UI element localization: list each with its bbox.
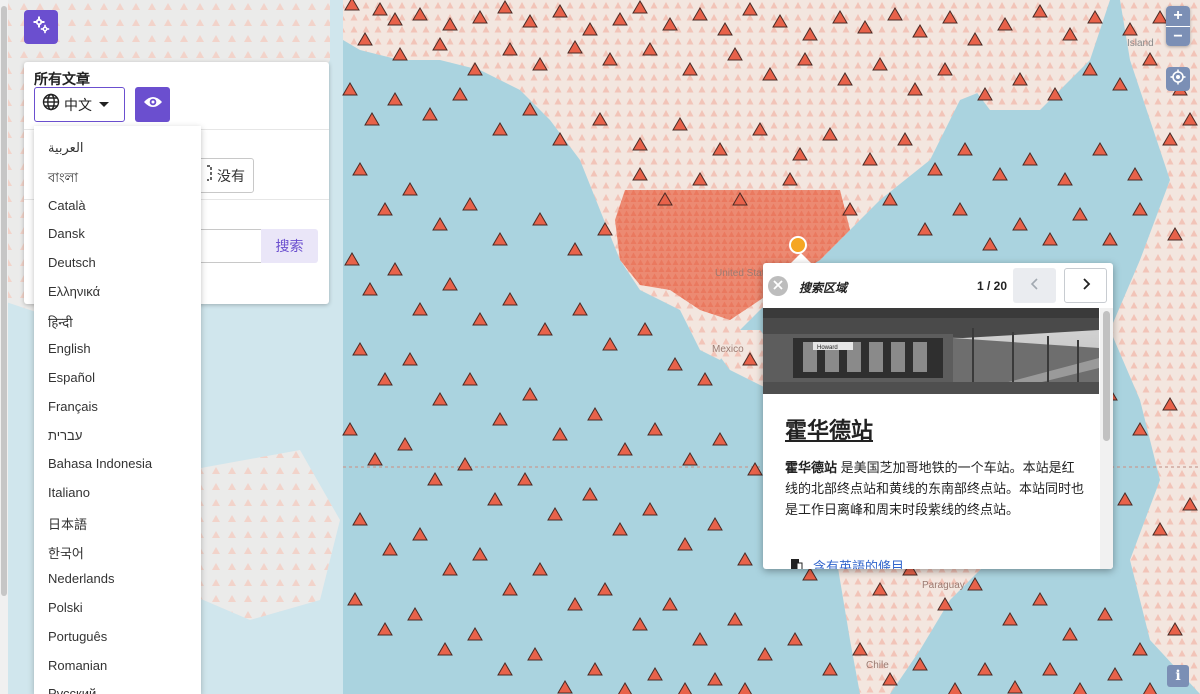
search-button[interactable]: 搜索: [261, 229, 318, 263]
zoom-out-button[interactable]: −: [1166, 26, 1190, 46]
language-option[interactable]: Nederlands: [48, 571, 115, 586]
article-title[interactable]: 霍华德站: [785, 413, 873, 445]
language-option[interactable]: Русский: [48, 686, 96, 694]
language-option[interactable]: Ελληνικά: [48, 284, 100, 299]
language-select[interactable]: 中文: [34, 87, 125, 122]
previous-button[interactable]: [1013, 268, 1056, 303]
language-option[interactable]: Deutsch: [48, 255, 96, 270]
map-label-paraguay: Paraguay: [922, 580, 965, 591]
search-input[interactable]: [194, 229, 261, 263]
language-dropdown-list[interactable]: العربية বাংলা Català Dansk Deutsch Ελληνικά हि…: [34, 126, 201, 694]
map-label-mexico: Mexico: [712, 344, 744, 355]
popup-scrollbar[interactable]: [1100, 308, 1113, 569]
language-option[interactable]: हिन्दी: [48, 313, 73, 331]
language-option[interactable]: Bahasa Indonesia: [48, 456, 152, 471]
crosshair-icon: [1170, 69, 1186, 90]
selected-marker: [789, 236, 807, 254]
english-article-icon: [789, 558, 803, 569]
search-area-label: 搜索区域: [799, 281, 848, 295]
language-option[interactable]: עברית: [48, 428, 82, 443]
locate-button[interactable]: [1166, 67, 1190, 91]
result-counter: 1 / 20: [977, 279, 1008, 293]
visibility-toggle-button[interactable]: [135, 87, 170, 122]
gears-icon: [31, 15, 51, 40]
none-button[interactable]: 没有: [194, 158, 254, 193]
language-option[interactable]: Italiano: [48, 485, 90, 500]
map-label-island: Island: [1127, 38, 1154, 49]
language-option[interactable]: English: [48, 341, 91, 356]
zoom-control: + −: [1166, 6, 1190, 46]
globe-icon: [42, 93, 60, 116]
language-option[interactable]: Español: [48, 370, 95, 385]
language-option[interactable]: Français: [48, 399, 98, 414]
article-photo: Howard: [763, 308, 1099, 394]
left-scrollbar[interactable]: [0, 0, 8, 694]
eye-icon: [143, 95, 163, 114]
chevron-left-icon: [1030, 277, 1040, 295]
language-option[interactable]: Polski: [48, 600, 83, 615]
language-option[interactable]: Català: [48, 198, 86, 213]
close-icon: [773, 277, 783, 295]
language-option[interactable]: বাংলা: [48, 169, 78, 190]
language-option[interactable]: Dansk: [48, 226, 85, 241]
language-option[interactable]: العربية: [48, 140, 84, 156]
zoom-in-button[interactable]: +: [1166, 6, 1190, 26]
next-button[interactable]: [1064, 268, 1107, 303]
photo-station-sign: Howard: [817, 345, 838, 351]
info-button[interactable]: i: [1167, 665, 1189, 687]
english-article-link[interactable]: 含有英語的條目: [813, 556, 904, 569]
panel-title: 所有文章: [34, 71, 90, 87]
article-summary: 霍华德站 是美国芝加哥地铁的一个车站。本站是红线的北部终点站和黄线的东南部终点站…: [785, 457, 1085, 520]
article-popup: 搜索区域 1 / 20 Howard 霍华德站 霍华德站 是美国芝加哥地铁的一个…: [763, 263, 1113, 569]
none-button-label: 没有: [217, 167, 245, 184]
chevron-right-icon: [1081, 277, 1091, 295]
language-option[interactable]: 한국어: [48, 543, 84, 562]
caret-down-icon: [99, 102, 109, 107]
close-button[interactable]: [768, 276, 788, 296]
select-box-icon: [201, 165, 213, 186]
article-summary-bold: 霍华德站: [785, 460, 838, 475]
language-select-value: 中文: [64, 96, 92, 113]
language-option[interactable]: Português: [48, 629, 107, 644]
settings-button[interactable]: [24, 10, 58, 44]
language-option[interactable]: Romanian: [48, 658, 107, 673]
language-option[interactable]: 日本語: [48, 514, 87, 533]
map-label-chile: Chile: [866, 660, 889, 671]
